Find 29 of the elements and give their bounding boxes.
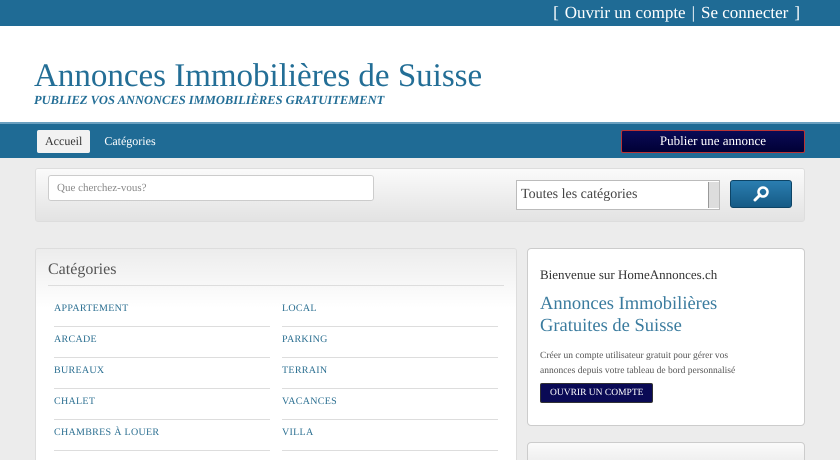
search-field[interactable]: Que cherchez-vous? bbox=[48, 175, 374, 201]
category-select[interactable]: Toutes les catégories bbox=[516, 180, 720, 210]
category-link[interactable]: APPARTEMENT bbox=[54, 296, 270, 327]
publish-button[interactable]: Publier une annonce bbox=[621, 130, 805, 152]
category-link[interactable]: LOCAL bbox=[282, 296, 498, 327]
category-link[interactable]: VILLA bbox=[282, 420, 498, 451]
category-link[interactable]: PARKING bbox=[282, 327, 498, 358]
welcome-greeting: Bienvenue sur HomeAnnonces.ch bbox=[540, 267, 718, 283]
bracket: [ bbox=[553, 3, 559, 23]
search-button[interactable] bbox=[730, 180, 792, 208]
account-link[interactable]: Ouvrir un compte bbox=[564, 3, 686, 23]
category-link[interactable]: CHAMBRES À LOUER bbox=[54, 420, 270, 451]
welcome-text: Créer un compte utilisateur gratuit pour gérer vos annonces depuis votre tableau de bord personnalisé bbox=[540, 350, 736, 378]
bracket: ] bbox=[794, 3, 800, 23]
separator: | bbox=[692, 3, 695, 23]
panel-heading: Catégories bbox=[48, 249, 504, 286]
site-tagline: PUBLIEZ VOS ANNONCES IMMOBILIÈRES GRATUITEMENT bbox=[34, 93, 386, 108]
site-title[interactable]: Annonces Immobilières de Suisse bbox=[34, 59, 840, 93]
welcome-title: Annonces Immobilières Gratuites de Suisse bbox=[540, 293, 718, 337]
nav-tab[interactable]: Catégories bbox=[96, 130, 164, 152]
category-link[interactable]: TERRAIN bbox=[282, 358, 498, 389]
category-link[interactable]: VACANCES bbox=[282, 389, 498, 420]
open-account-button[interactable]: OUVRIR UN COMPTE bbox=[540, 383, 654, 403]
category-link[interactable]: ARCADE bbox=[54, 327, 270, 358]
category-link[interactable]: CHALET bbox=[54, 389, 270, 420]
login-link[interactable]: Se connecter bbox=[701, 3, 788, 23]
category-link[interactable]: BUREAUX bbox=[54, 358, 270, 389]
search-icon bbox=[752, 186, 770, 202]
nav-tab[interactable]: Accueil bbox=[37, 130, 90, 152]
